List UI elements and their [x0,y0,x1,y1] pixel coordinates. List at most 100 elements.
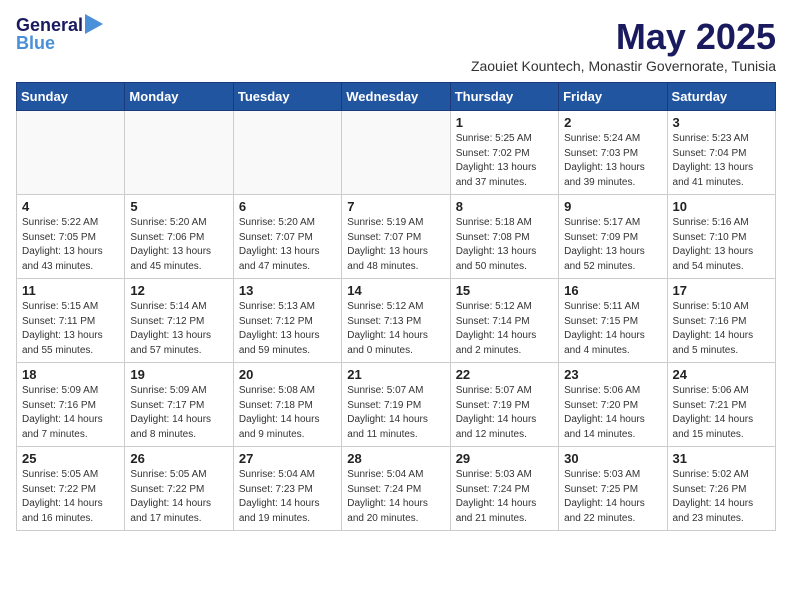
calendar-day-23: 23 Sunrise: 5:06 AMSunset: 7:20 PMDayligh… [559,363,667,447]
day-number: 9 [564,199,661,214]
weekday-header-sunday: Sunday [17,83,125,111]
day-number: 13 [239,283,336,298]
day-info: Sunrise: 5:10 AMSunset: 7:16 PMDaylight:… [673,300,770,358]
weekday-header-tuesday: Tuesday [233,83,341,111]
day-info: Sunrise: 5:24 AMSunset: 7:03 PMDaylight:… [564,132,661,190]
day-number: 29 [456,451,553,466]
calendar-day-29: 29 Sunrise: 5:03 AMSunset: 7:24 PMDayligh… [450,447,558,531]
calendar-day-1: 1 Sunrise: 5:25 AMSunset: 7:02 PMDaylight… [450,111,558,195]
day-info: Sunrise: 5:03 AMSunset: 7:24 PMDaylight:… [456,468,553,526]
calendar-day-12: 12Sunrise: 5:14 AMSunset: 7:12 PMDayligh… [125,279,233,363]
calendar-day-25: 25 Sunrise: 5:05 AMSunset: 7:22 PMDayligh… [17,447,125,531]
day-number: 12 [130,283,227,298]
day-number: 10 [673,199,770,214]
calendar-day-4: 4Sunrise: 5:22 AMSunset: 7:05 PMDaylight… [17,195,125,279]
calendar-week-row: 11Sunrise: 5:15 AMSunset: 7:11 PMDayligh… [17,279,776,363]
day-number: 14 [347,283,444,298]
day-info: Sunrise: 5:04 AMSunset: 7:24 PMDaylight:… [347,468,444,526]
calendar-day-8: 8 Sunrise: 5:18 AMSunset: 7:08 PMDaylight… [450,195,558,279]
day-info: Sunrise: 5:20 AMSunset: 7:06 PMDaylight:… [130,216,227,274]
day-number: 30 [564,451,661,466]
day-info: Sunrise: 5:13 AMSunset: 7:12 PMDaylight:… [239,300,336,358]
day-info: Sunrise: 5:11 AMSunset: 7:15 PMDaylight:… [564,300,661,358]
day-info: Sunrise: 5:16 AMSunset: 7:10 PMDaylight:… [673,216,770,274]
calendar-day-5: 5 Sunrise: 5:20 AMSunset: 7:06 PMDaylight… [125,195,233,279]
weekday-header-monday: Monday [125,83,233,111]
calendar-day-26: 26 Sunrise: 5:05 AMSunset: 7:22 PMDayligh… [125,447,233,531]
day-number: 3 [673,115,770,130]
calendar-day-9: 9Sunrise: 5:17 AMSunset: 7:09 PMDaylight… [559,195,667,279]
month-title: May 2025 [471,16,776,58]
calendar-empty-cell [125,111,233,195]
calendar-day-14: 14 Sunrise: 5:12 AMSunset: 7:13 PMDayligh… [342,279,450,363]
calendar-empty-cell [233,111,341,195]
calendar-day-30: 30 Sunrise: 5:03 AMSunset: 7:25 PMDayligh… [559,447,667,531]
day-info: Sunrise: 5:06 AMSunset: 7:21 PMDaylight:… [673,384,770,442]
day-number: 7 [347,199,444,214]
calendar-week-row: 18 Sunrise: 5:09 AMSunset: 7:16 PMDayligh… [17,363,776,447]
calendar-day-31: 31 Sunrise: 5:02 AMSunset: 7:26 PMDayligh… [667,447,775,531]
day-number: 28 [347,451,444,466]
calendar-table: SundayMondayTuesdayWednesdayThursdayFrid… [16,82,776,531]
page-header: General Blue May 2025 Zaouiet Kountech, … [16,16,776,74]
location-subtitle: Zaouiet Kountech, Monastir Governorate, … [471,58,776,74]
calendar-day-10: 10 Sunrise: 5:16 AMSunset: 7:10 PMDayligh… [667,195,775,279]
day-number: 15 [456,283,553,298]
calendar-day-22: 22Sunrise: 5:07 AMSunset: 7:19 PMDayligh… [450,363,558,447]
calendar-day-7: 7Sunrise: 5:19 AMSunset: 7:07 PMDaylight… [342,195,450,279]
day-number: 25 [22,451,119,466]
day-info: Sunrise: 5:07 AMSunset: 7:19 PMDaylight:… [347,384,444,442]
weekday-header-thursday: Thursday [450,83,558,111]
day-number: 4 [22,199,119,214]
calendar-day-2: 2 Sunrise: 5:24 AMSunset: 7:03 PMDaylight… [559,111,667,195]
day-number: 6 [239,199,336,214]
day-info: Sunrise: 5:05 AMSunset: 7:22 PMDaylight:… [130,468,227,526]
calendar-day-6: 6Sunrise: 5:20 AMSunset: 7:07 PMDaylight… [233,195,341,279]
calendar-day-21: 21 Sunrise: 5:07 AMSunset: 7:19 PMDayligh… [342,363,450,447]
logo-text-blue: Blue [16,34,55,54]
day-info: Sunrise: 5:03 AMSunset: 7:25 PMDaylight:… [564,468,661,526]
day-info: Sunrise: 5:12 AMSunset: 7:13 PMDaylight:… [347,300,444,358]
calendar-day-15: 15Sunrise: 5:12 AMSunset: 7:14 PMDayligh… [450,279,558,363]
calendar-empty-cell [17,111,125,195]
day-number: 26 [130,451,227,466]
calendar-day-13: 13 Sunrise: 5:13 AMSunset: 7:12 PMDayligh… [233,279,341,363]
day-number: 24 [673,367,770,382]
day-number: 31 [673,451,770,466]
calendar-day-16: 16 Sunrise: 5:11 AMSunset: 7:15 PMDayligh… [559,279,667,363]
day-info: Sunrise: 5:25 AMSunset: 7:02 PMDaylight:… [456,132,553,190]
day-number: 17 [673,283,770,298]
day-number: 18 [22,367,119,382]
calendar-day-27: 27Sunrise: 5:04 AMSunset: 7:23 PMDayligh… [233,447,341,531]
day-info: Sunrise: 5:07 AMSunset: 7:19 PMDaylight:… [456,384,553,442]
day-number: 1 [456,115,553,130]
day-number: 20 [239,367,336,382]
day-info: Sunrise: 5:15 AMSunset: 7:11 PMDaylight:… [22,300,119,358]
day-number: 16 [564,283,661,298]
day-number: 27 [239,451,336,466]
day-info: Sunrise: 5:02 AMSunset: 7:26 PMDaylight:… [673,468,770,526]
calendar-day-3: 3 Sunrise: 5:23 AMSunset: 7:04 PMDaylight… [667,111,775,195]
day-info: Sunrise: 5:06 AMSunset: 7:20 PMDaylight:… [564,384,661,442]
day-info: Sunrise: 5:23 AMSunset: 7:04 PMDaylight:… [673,132,770,190]
day-info: Sunrise: 5:09 AMSunset: 7:16 PMDaylight:… [22,384,119,442]
calendar-week-row: 4Sunrise: 5:22 AMSunset: 7:05 PMDaylight… [17,195,776,279]
calendar-empty-cell [342,111,450,195]
calendar-day-17: 17 Sunrise: 5:10 AMSunset: 7:16 PMDayligh… [667,279,775,363]
day-info: Sunrise: 5:18 AMSunset: 7:08 PMDaylight:… [456,216,553,274]
day-info: Sunrise: 5:05 AMSunset: 7:22 PMDaylight:… [22,468,119,526]
weekday-header-wednesday: Wednesday [342,83,450,111]
calendar-day-11: 11Sunrise: 5:15 AMSunset: 7:11 PMDayligh… [17,279,125,363]
day-number: 2 [564,115,661,130]
day-number: 5 [130,199,227,214]
day-info: Sunrise: 5:08 AMSunset: 7:18 PMDaylight:… [239,384,336,442]
calendar-week-row: 25 Sunrise: 5:05 AMSunset: 7:22 PMDayligh… [17,447,776,531]
calendar-week-row: 1 Sunrise: 5:25 AMSunset: 7:02 PMDaylight… [17,111,776,195]
day-number: 23 [564,367,661,382]
calendar-day-18: 18 Sunrise: 5:09 AMSunset: 7:16 PMDayligh… [17,363,125,447]
calendar-day-24: 24 Sunrise: 5:06 AMSunset: 7:21 PMDayligh… [667,363,775,447]
title-block: May 2025 Zaouiet Kountech, Monastir Gove… [471,16,776,74]
day-number: 8 [456,199,553,214]
day-number: 21 [347,367,444,382]
logo: General Blue [16,16,103,54]
